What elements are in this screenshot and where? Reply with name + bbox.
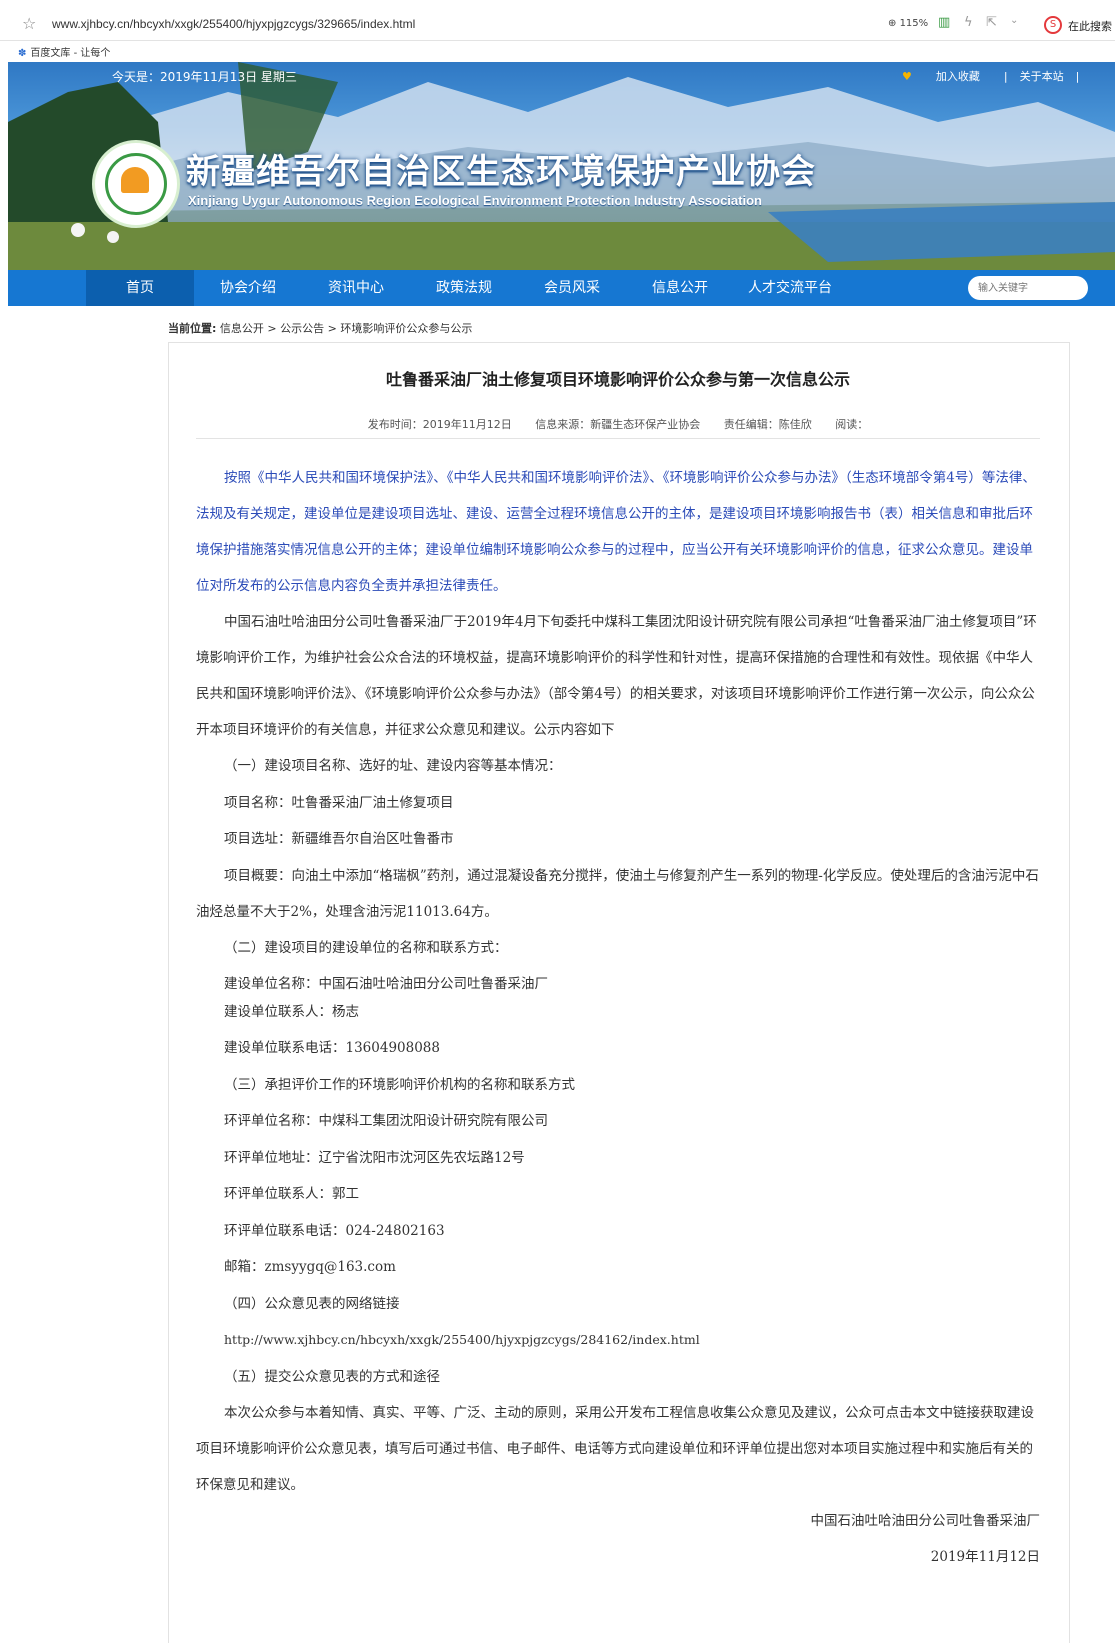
site-banner: 今天是：2019年11月13日 星期三 ♥ 加入收藏 | 关于本站 | 新疆维吾尔自治区…: [8, 62, 1115, 280]
editor: 责任编辑：陈佳欣: [723, 418, 812, 431]
favorite-label: 加入收藏: [935, 70, 980, 83]
url-text[interactable]: www.xjhbcy.cn/hbcyxh/xxgk/255400/hjyxpjg…: [52, 17, 415, 31]
project-site: 项目选址：新疆维吾尔自治区吐鲁番市: [224, 831, 454, 847]
unit-phone: 建设单位联系电话：13604908088: [224, 1040, 440, 1056]
section-3-heading: （三）承担评价工作的环境影响评价机构的名称和联系方式: [224, 1076, 575, 1093]
search-input[interactable]: [968, 276, 1088, 300]
opinion-form-link[interactable]: http://www.xjhbcy.cn/hbcyxh/xxgk/255400/…: [196, 1322, 1042, 1359]
email: 邮箱：zmsyygq@163.com: [224, 1259, 396, 1275]
read-count: 阅读：: [835, 418, 869, 431]
publish-time: 发布时间：2019年11月12日: [367, 418, 512, 431]
nav-home[interactable]: 首页: [86, 270, 194, 306]
current-date: 今天是：2019年11月13日 星期三: [112, 70, 297, 84]
unit-name: 建设单位名称：中国石油吐哈油田分公司吐鲁番采油厂: [224, 976, 548, 992]
add-favorite-link[interactable]: ♥ 加入收藏: [890, 70, 992, 83]
logo-emblem: [121, 167, 149, 193]
main-nav: 首页 协会介绍 资讯中心 政策法规 会员风采 信息公开 人才交流平台: [8, 270, 1115, 306]
article-title: 吐鲁番采油厂油土修复项目环境影响评价公众参与第一次信息公示: [385, 370, 850, 389]
zoom-icon: ⊕: [888, 18, 900, 29]
about-link[interactable]: 关于本站: [1020, 70, 1064, 83]
eia-name: 环评单位名称：中煤科工集团沈阳设计研究院有限公司: [224, 1113, 548, 1129]
section-4-heading: （四）公众意见表的网络链接: [224, 1295, 400, 1312]
section-1-heading: （一）建设项目名称、选好的址、建设内容等基本情况：: [224, 758, 562, 774]
zoom-level[interactable]: ⊕ 115%: [888, 18, 928, 29]
bookmark-item[interactable]: ✽ 百度文库 - 让每个: [18, 44, 110, 59]
zoom-value: 115%: [899, 18, 929, 29]
bookmark-star-icon[interactable]: ☆: [22, 14, 36, 33]
divider: [196, 438, 1040, 439]
unit-contact: 建设单位联系人：杨志: [224, 1004, 359, 1020]
project-overview: 项目概要：向油土中添加“格瑞枫”药剂，通过混凝设备充分搅拌，使油土与修复剂产生一…: [196, 867, 1039, 920]
section-5-heading: （五）提交公众意见表的方式和途径: [224, 1368, 440, 1385]
paragraph-submission: 本次公众参与本着知情、真实、平等、广泛、主动的原则，采用公开发布工程信息收集公众…: [196, 1405, 1034, 1493]
paragraph-intro: 中国石油吐哈油田分公司吐鲁番采油厂于2019年4月下旬委托中煤科工集团沈阳设计研…: [196, 614, 1037, 738]
bookmark-label: 百度文库 - 让每个: [30, 48, 111, 59]
site-title: 新疆维吾尔自治区生态环境保护产业协会: [186, 152, 816, 192]
top-links: ♥ 加入收藏 | 关于本站 |: [878, 68, 1079, 84]
chevron-down-icon[interactable]: ⌄: [1010, 15, 1018, 26]
article-meta: 发布时间：2019年11月12日 信息来源：新疆生态环保产业协会 责任编辑：陈佳…: [168, 416, 1068, 432]
search-engine-label[interactable]: 在此搜索: [1068, 18, 1112, 34]
nav-members[interactable]: 会员风采: [528, 270, 616, 306]
eia-address: 环评单位地址：辽宁省沈阳市沈河区先农坛路12号: [224, 1149, 525, 1166]
section-2-heading: （二）建设项目的建设单位的名称和联系方式：: [224, 939, 508, 956]
address-bar[interactable]: ☆ www.xjhbcy.cn/hbcyxh/xxgk/255400/hjyxp…: [0, 8, 1115, 41]
article-body: 按照《中华人民共和国环境保护法》、《中华人民共和国环境影响评价法》、《环境影响评…: [196, 460, 1042, 1575]
eia-phone: 环评单位联系电话：024-24802163: [224, 1222, 445, 1239]
signature-date: 2019年11月12日: [930, 1549, 1040, 1565]
association-logo[interactable]: [92, 140, 180, 228]
reader-icon[interactable]: ▥: [938, 15, 950, 30]
share-icon[interactable]: ⇱: [986, 15, 997, 30]
nav-news[interactable]: 资讯中心: [312, 270, 400, 306]
nav-policy[interactable]: 政策法规: [420, 270, 508, 306]
breadcrumb: 当前位置: 信息公开 > 公示公告 > 环境影响评价公众参与公示: [168, 320, 472, 336]
paragraph-legal-basis: 按照《中华人民共和国环境保护法》、《中华人民共和国环境影响评价法》、《环境影响评…: [196, 470, 1036, 594]
breadcrumb-label: 当前位置:: [168, 322, 217, 335]
nav-talent[interactable]: 人才交流平台: [738, 270, 842, 306]
nav-info[interactable]: 信息公开: [636, 270, 724, 306]
lightning-icon[interactable]: ϟ: [964, 15, 973, 30]
signature-org: 中国石油吐哈油田分公司吐鲁番采油厂: [810, 1513, 1041, 1529]
eia-contact: 环评单位联系人：郭工: [224, 1186, 359, 1202]
source: 信息来源：新疆生态环保产业协会: [535, 418, 701, 431]
nav-about[interactable]: 协会介绍: [204, 270, 292, 306]
heart-icon: ♥: [902, 70, 912, 83]
bookmarks-bar: ✽ 百度文库 - 让每个: [0, 42, 1115, 62]
paw-icon: ✽: [18, 48, 27, 59]
breadcrumb-path[interactable]: 信息公开 > 公示公告 > 环境影响评价公众参与公示: [220, 322, 472, 335]
site-title-english: Xinjiang Uygur Autonomous Region Ecologi…: [188, 193, 762, 208]
sogou-icon[interactable]: S: [1044, 16, 1062, 34]
project-name: 项目名称：吐鲁番采油厂油土修复项目: [224, 794, 454, 811]
